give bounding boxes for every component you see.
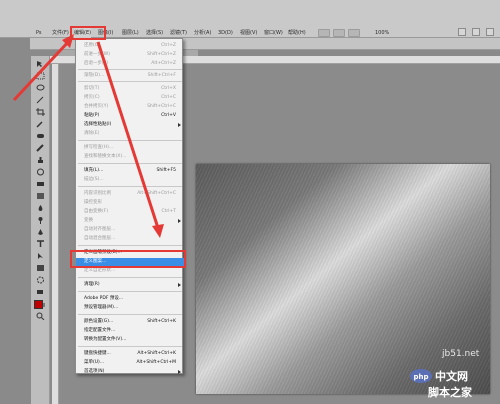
app-logo: Ps xyxy=(36,30,42,36)
menu-item-cut[interactable]: 剪切(T) Ctrl+X xyxy=(76,85,184,93)
eyedropper-tool-icon[interactable] xyxy=(35,120,46,128)
clone-stamp-tool-icon[interactable] xyxy=(35,156,46,164)
annotation-highlight-define-pattern xyxy=(70,250,186,268)
history-brush-tool-icon[interactable] xyxy=(35,168,46,176)
close-icon[interactable] xyxy=(486,28,494,36)
menu-item-preferences[interactable]: 首选项(N) xyxy=(76,368,184,376)
menu-item-color-settings[interactable]: 颜色设置(G)... Shift+Ctrl+K xyxy=(76,318,184,326)
menu-separator xyxy=(78,277,182,278)
view-extras-icon[interactable] xyxy=(348,29,360,37)
menu-item-menus[interactable]: 菜单(U)... Alt+Shift+Ctrl+M xyxy=(76,359,184,367)
marquee-tool-icon[interactable] xyxy=(35,72,46,80)
menu-item-purge[interactable]: 清理(R) xyxy=(76,281,184,289)
bridge-icon[interactable] xyxy=(318,29,330,37)
menu-separator xyxy=(78,163,182,164)
menu-item-auto-blend-layers[interactable]: 自动混合图层... xyxy=(76,235,184,243)
blur-tool-icon[interactable] xyxy=(35,204,46,212)
menu-item-paste[interactable]: 粘贴(P) Ctrl+V xyxy=(76,112,184,120)
menu-item-transform[interactable]: 变换 xyxy=(76,217,184,225)
move-tool-icon[interactable] xyxy=(35,60,46,68)
menu-item-fade[interactable]: 渐隐(D)... Shift+Ctrl+F xyxy=(76,72,184,80)
menu-file[interactable]: 文件(F) xyxy=(52,28,69,38)
menu-item-adobe-pdf-presets[interactable]: Adobe PDF 预设... xyxy=(76,295,184,303)
magic-wand-tool-icon[interactable] xyxy=(35,96,46,104)
svg-text:脚本之家: 脚本之家 xyxy=(428,385,473,399)
menu-item-convert-to-profile[interactable]: 转换为配置文件(V)... xyxy=(76,336,184,344)
window-controls xyxy=(458,28,494,36)
menu-separator xyxy=(78,186,182,187)
watermark-site: jb51.net xyxy=(442,349,480,359)
menu-item-step-backward[interactable]: 后退一步(K) Alt+Ctrl+Z xyxy=(76,60,184,68)
path-selection-tool-icon[interactable] xyxy=(35,252,46,260)
menu-item-auto-align-layers[interactable]: 自动对齐图层... xyxy=(76,226,184,234)
minimize-icon[interactable] xyxy=(458,28,466,36)
svg-text:中文网: 中文网 xyxy=(435,369,468,383)
3d-camera-tool-icon[interactable] xyxy=(35,288,46,296)
menu-item-copy[interactable]: 拷贝(C) Ctrl+C xyxy=(76,94,184,102)
menu-item-check-spelling[interactable]: 拼写检查(H)... xyxy=(76,144,184,152)
zoom-tool-icon[interactable] xyxy=(35,312,46,320)
minibridge-icon[interactable] xyxy=(333,29,345,37)
brushed-metal-image xyxy=(196,164,490,394)
menu-item-fill[interactable]: 填充(L)... Shift+F5 xyxy=(76,167,184,175)
menu-item-keyboard-shortcuts[interactable]: 键盘快捷键... Alt+Shift+Ctrl+K xyxy=(76,350,184,358)
svg-text:php: php xyxy=(413,373,428,381)
menu-item-assign-profile[interactable]: 指定配置文件... xyxy=(76,327,184,335)
menu-window[interactable]: 窗口(W) xyxy=(264,28,283,38)
menu-item-paste-special[interactable]: 选择性粘贴(I) xyxy=(76,121,184,129)
app-bar-icons xyxy=(318,28,360,38)
menu-separator xyxy=(78,69,182,70)
menu-filter[interactable]: 滤镜(T) xyxy=(170,28,187,38)
submenu-arrow-icon xyxy=(178,370,181,374)
zoom-level[interactable]: 100% xyxy=(375,28,389,38)
dodge-tool-icon[interactable] xyxy=(35,216,46,224)
type-tool-icon[interactable] xyxy=(35,240,46,248)
menu-separator xyxy=(78,314,182,315)
menu-separator xyxy=(78,346,182,347)
edit-menu-dropdown: 还原(O) Ctrl+Z 前进一步(W) Shift+Ctrl+Z 后退一步(K) A… xyxy=(75,38,184,376)
menu-separator xyxy=(78,291,182,292)
menu-3d[interactable]: 3D(D) xyxy=(218,28,233,38)
crop-tool-icon[interactable] xyxy=(35,108,46,116)
menu-item-undo[interactable]: 还原(O) Ctrl+Z xyxy=(76,42,184,50)
brush-tool-icon[interactable] xyxy=(35,144,46,152)
tools-panel xyxy=(31,56,50,404)
menu-item-copy-merged[interactable]: 合并拷贝(Y) Shift+Ctrl+C xyxy=(76,103,184,111)
foreground-color-swatch[interactable] xyxy=(34,300,43,309)
menu-separator xyxy=(78,245,182,246)
watermark-logo: php 中文网 脚本之家 xyxy=(410,369,473,399)
healing-brush-tool-icon[interactable] xyxy=(35,132,46,140)
pen-tool-icon[interactable] xyxy=(35,228,46,236)
menu-select[interactable]: 选择(S) xyxy=(146,28,163,38)
menu-item-free-transform[interactable]: 自由变换(F) Ctrl+T xyxy=(76,208,184,216)
maximize-icon[interactable] xyxy=(472,28,480,36)
submenu-arrow-icon xyxy=(178,283,181,287)
submenu-arrow-icon xyxy=(178,123,181,127)
menu-help[interactable]: 帮助(H) xyxy=(288,28,306,38)
eraser-tool-icon[interactable] xyxy=(35,180,46,188)
3d-rotate-tool-icon[interactable] xyxy=(35,276,46,284)
menu-item-define-custom-shape[interactable]: 定义自定形状... xyxy=(76,267,184,275)
menu-separator xyxy=(78,140,182,141)
menu-layer[interactable]: 图层(L) xyxy=(122,28,139,38)
menu-item-step-forward[interactable]: 前进一步(W) Shift+Ctrl+Z xyxy=(76,51,184,59)
menu-item-find-replace[interactable]: 查找和替换文本(X)... xyxy=(76,153,184,161)
menu-view[interactable]: 视图(V) xyxy=(240,28,257,38)
menu-item-content-aware-scale[interactable]: 内容识别比例 Alt+Shift+Ctrl+C xyxy=(76,190,184,198)
menu-item-puppet-warp[interactable]: 操控变形 xyxy=(76,199,184,207)
menu-separator xyxy=(78,81,182,82)
vertical-ruler xyxy=(52,64,59,404)
annotation-highlight-edit-menu xyxy=(70,26,106,40)
menu-item-clear[interactable]: 清除(E) xyxy=(76,130,184,138)
lasso-tool-icon[interactable] xyxy=(35,84,46,92)
menu-item-preset-manager[interactable]: 预设管理器(M)... xyxy=(76,304,184,312)
menu-analysis[interactable]: 分析(A) xyxy=(194,28,211,38)
menu-item-stroke[interactable]: 描边(S)... xyxy=(76,176,184,184)
gradient-tool-icon[interactable] xyxy=(35,192,46,200)
shape-tool-icon[interactable] xyxy=(35,264,46,272)
submenu-arrow-icon xyxy=(178,219,181,223)
